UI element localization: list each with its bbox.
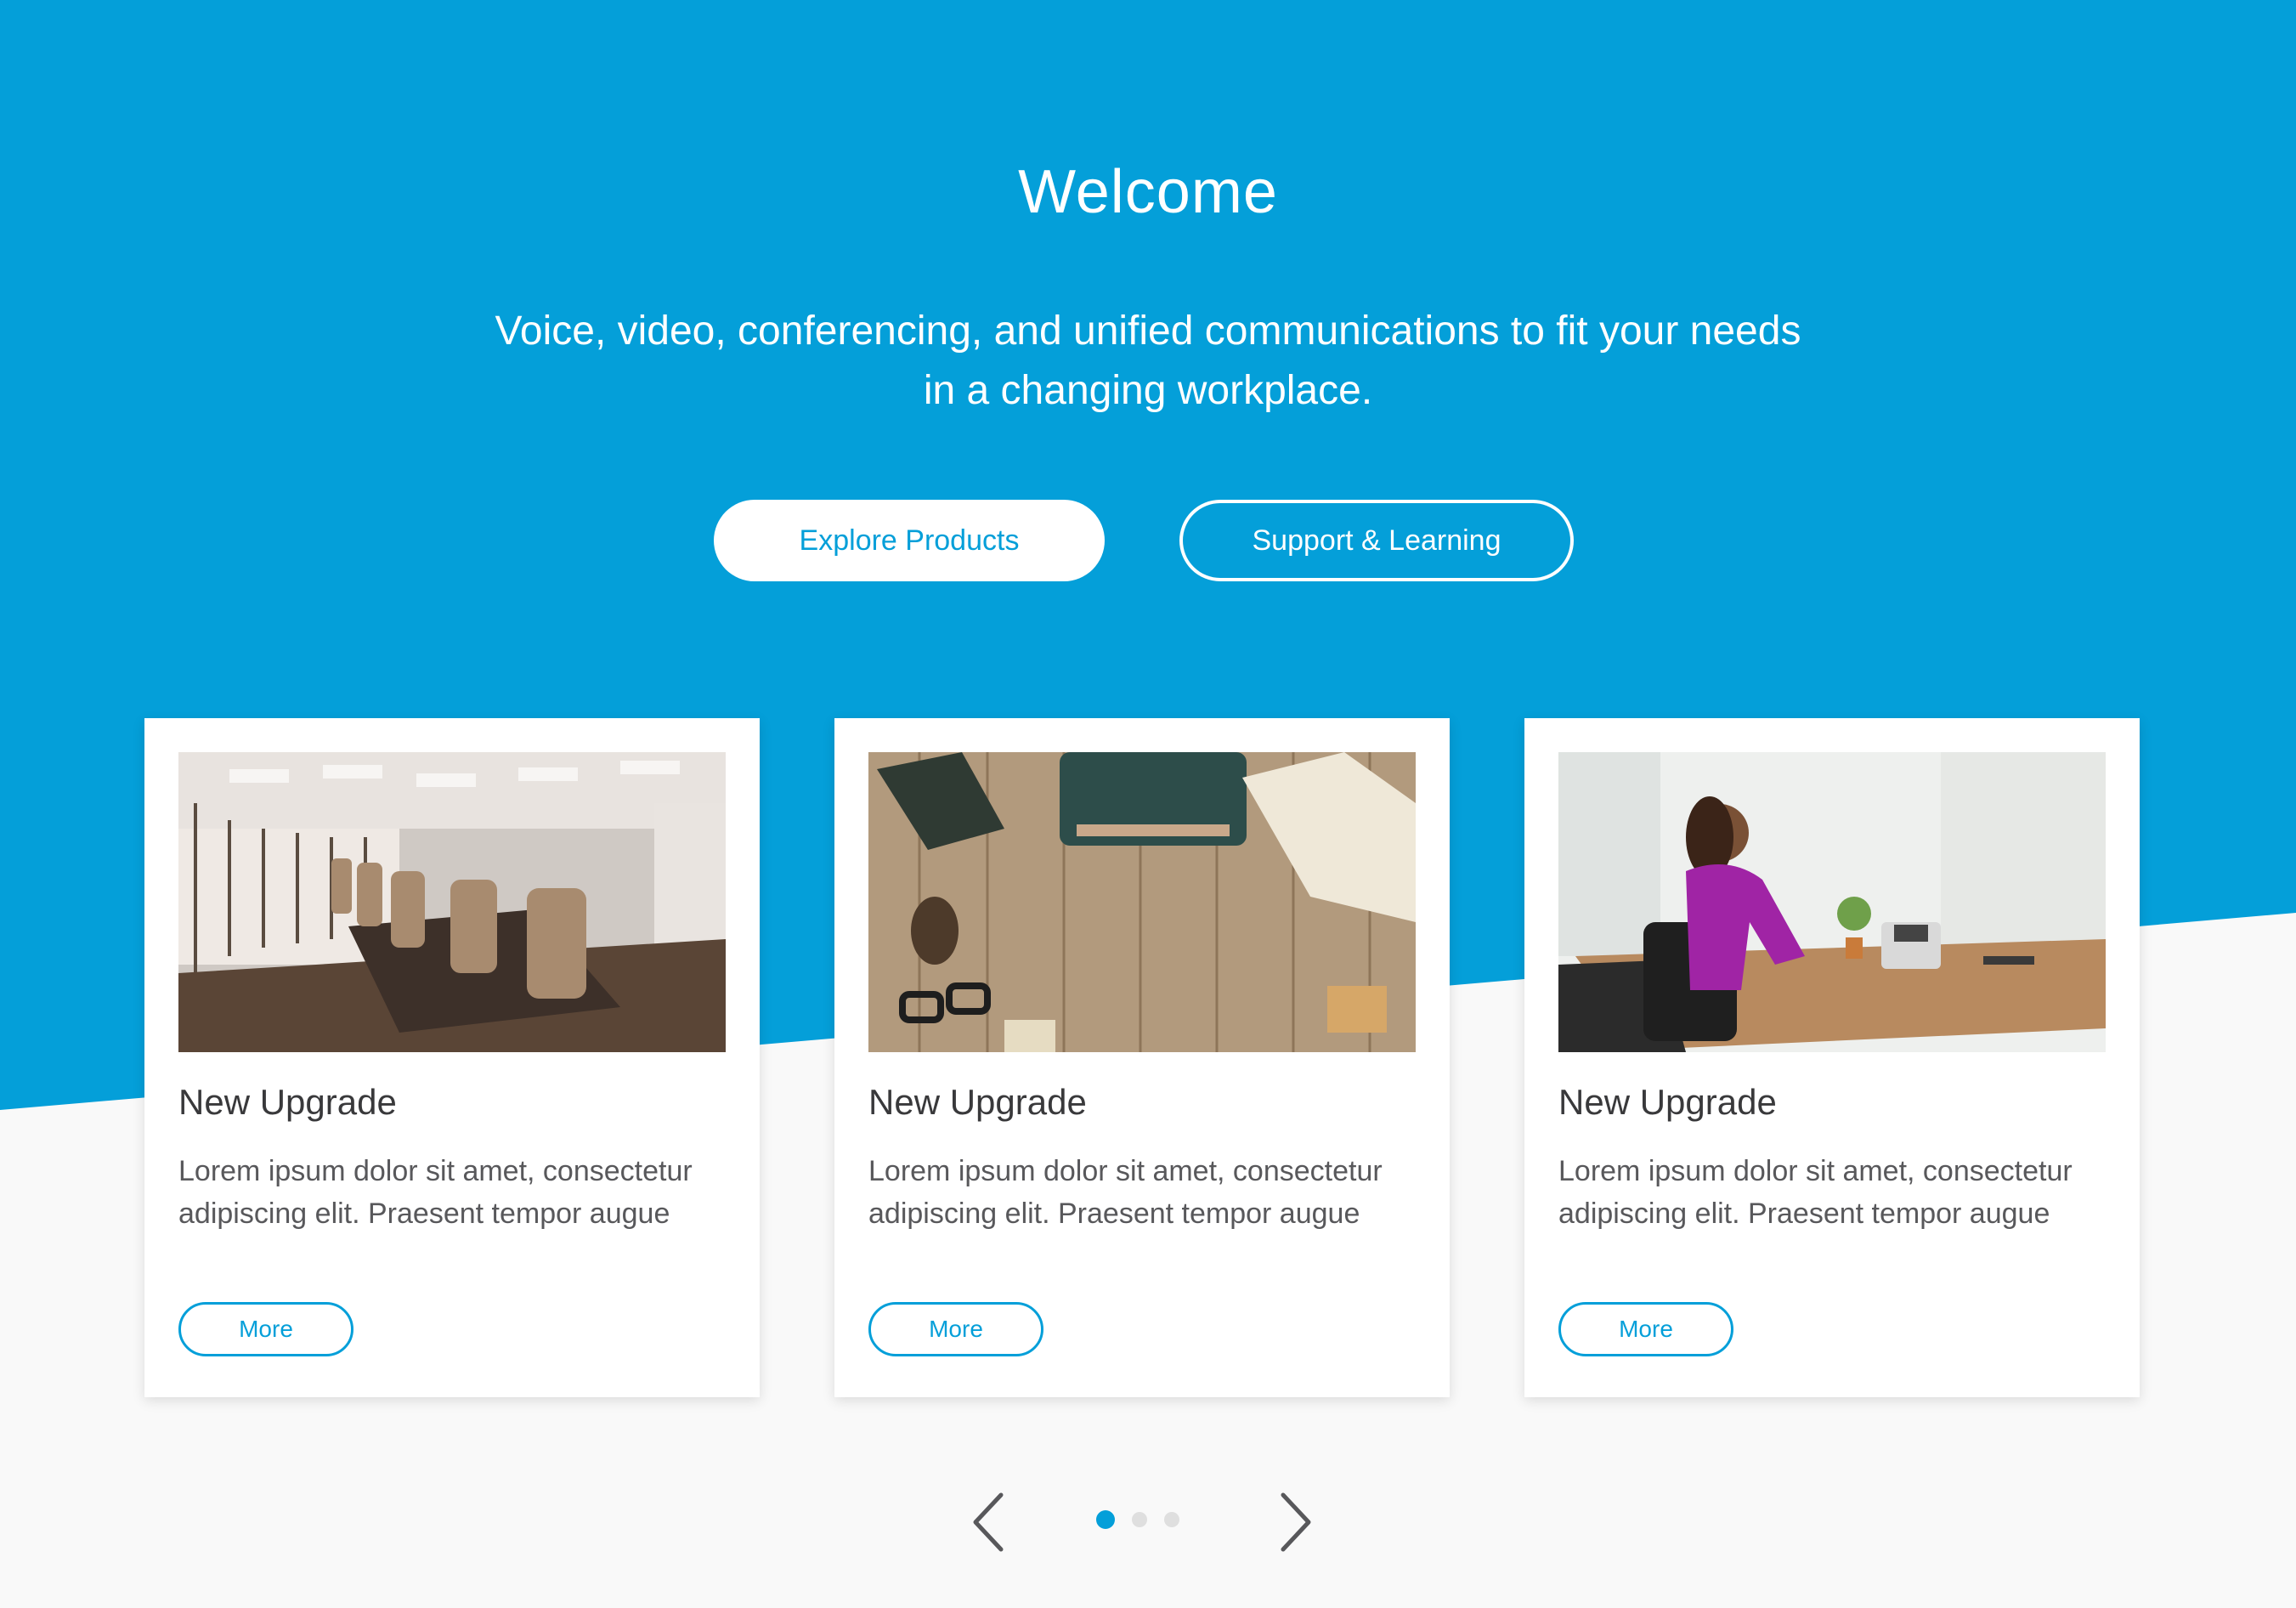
chevron-left-icon[interactable] <box>965 1490 1016 1554</box>
carousel-dot-3[interactable] <box>1164 1512 1179 1527</box>
hero-title: Welcome <box>1018 158 1278 226</box>
hero-subtitle-line-2: in a changing workplace. <box>923 368 1373 413</box>
woman-on-phone-image <box>1558 752 2106 1052</box>
carousel-pagination <box>1096 1510 1179 1529</box>
card-1: New Upgrade Lorem ipsum dolor sit amet, … <box>144 718 760 1397</box>
card-title: New Upgrade <box>868 1082 1087 1122</box>
explore-products-button[interactable]: Explore Products <box>714 500 1105 581</box>
card-description: Lorem ipsum dolor sit amet, consectetur … <box>868 1155 1383 1230</box>
hero-subtitle: Voice, video, conferencing, and unified … <box>425 302 1871 421</box>
card-title: New Upgrade <box>1558 1082 1777 1122</box>
card-2: New Upgrade Lorem ipsum dolor sit amet, … <box>834 718 1450 1397</box>
card-3: New Upgrade Lorem ipsum dolor sit amet, … <box>1524 718 2140 1397</box>
support-learning-button[interactable]: Support & Learning <box>1179 500 1574 581</box>
chevron-right-icon[interactable] <box>1268 1490 1319 1554</box>
carousel-dot-2[interactable] <box>1132 1512 1147 1527</box>
conference-room-image <box>178 752 726 1052</box>
carousel-dot-1[interactable] <box>1096 1510 1115 1529</box>
card-more-button[interactable]: More <box>868 1302 1043 1356</box>
card-more-button[interactable]: More <box>178 1302 353 1356</box>
hero-subtitle-line-1: Voice, video, conferencing, and unified … <box>495 309 1801 354</box>
card-description: Lorem ipsum dolor sit amet, consectetur … <box>1558 1155 2073 1230</box>
typewriter-desk-image <box>868 752 1416 1052</box>
card-title: New Upgrade <box>178 1082 397 1122</box>
card-more-button[interactable]: More <box>1558 1302 1733 1356</box>
card-description: Lorem ipsum dolor sit amet, consectetur … <box>178 1155 693 1230</box>
